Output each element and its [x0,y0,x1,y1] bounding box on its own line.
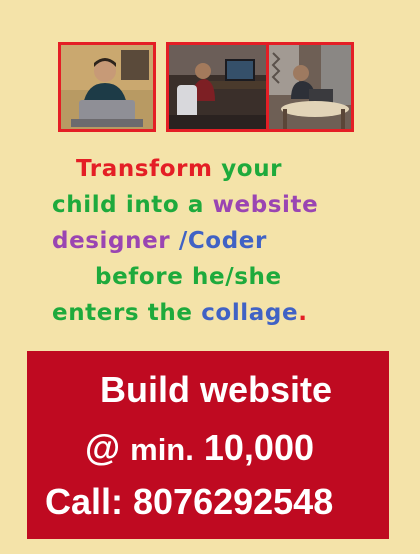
banner-price: @ min. 10,000 [85,427,314,469]
headline-period: . [298,300,308,326]
headline-word-website: website [212,192,319,218]
photo-boy-at-desk [166,42,270,132]
headline-line-4: before he/she [95,264,282,290]
headline-line-2: child into a website [52,188,318,222]
headline-text-child-into-a: child into a [52,192,205,218]
boy-with-laptop-table-photo-icon [269,45,351,129]
headline-line-1: Transform your [76,152,282,186]
photo-boy-at-laptop [58,42,156,132]
offer-banner: Build website @ min. 10,000 Call: 807629… [27,351,389,539]
headline-line-5: enters the collage. [52,296,308,330]
banner-at-sign: @ [85,427,121,468]
headline-word-transform: Transform [76,156,213,182]
banner-call-number[interactable]: Call: 8076292548 [45,481,333,523]
banner-min-label: min. [130,432,194,467]
boy-at-computer-desk-photo-icon [169,45,267,129]
banner-build-website: Build website [100,369,333,410]
headline-text-enters-the: enters the [52,300,193,326]
photo-boy-with-laptop-on-table [266,42,354,132]
banner-price-value: 10,000 [203,427,314,468]
headline-word-your: your [221,156,283,182]
headline-word-designer: designer [52,228,171,254]
headline-line-3: designer /Coder [52,224,267,258]
headline-word-collage: collage [201,300,299,326]
headline-word-coder: /Coder [178,228,267,254]
boy-with-laptop-photo-icon [61,45,153,129]
